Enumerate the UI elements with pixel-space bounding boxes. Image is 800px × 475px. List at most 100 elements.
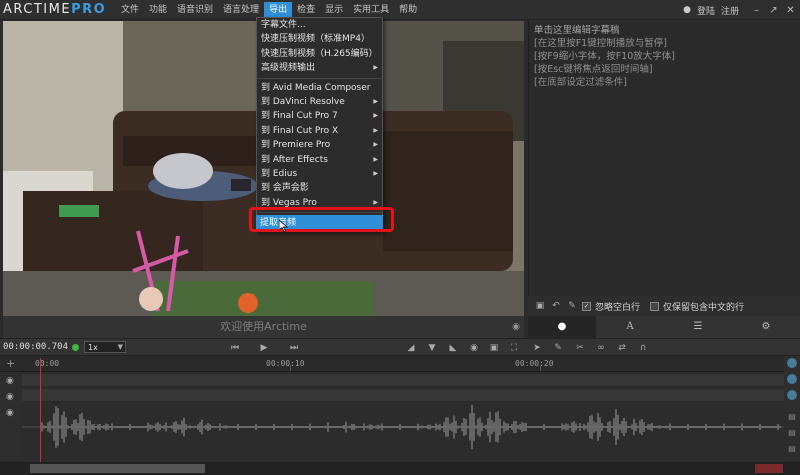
minimize-icon[interactable]: – [751, 5, 762, 16]
maximize-icon[interactable]: ↗ [768, 5, 779, 16]
scroll-thumb[interactable] [30, 464, 205, 473]
menu-item-label: 到 Edius [261, 168, 298, 179]
menu-item-edius[interactable]: 到 Edius ▶ [257, 167, 382, 181]
eye-icon[interactable]: ◉ [6, 376, 14, 386]
user-icon[interactable]: ● [683, 5, 691, 15]
close-icon[interactable]: ✕ [785, 5, 796, 16]
menu-item-subtitle-file[interactable]: 字幕文件... [257, 18, 382, 32]
menu-item-label: 到 DaVinci Resolve [261, 96, 345, 107]
menu-item-after-effects[interactable]: 到 After Effects ▶ [257, 153, 382, 167]
only-chinese-label: 仅保留包含中文的行 [663, 302, 745, 313]
submenu-arrow-icon: ▶ [373, 155, 378, 163]
annotation-highlight [249, 207, 394, 232]
login-link[interactable]: 登陆 [697, 4, 715, 17]
timeline-tracks[interactable] [22, 372, 784, 462]
zoom-out-icon[interactable] [787, 374, 797, 384]
tab-comment[interactable]: ● [528, 316, 596, 338]
gear-icon: ⚙ [761, 321, 771, 332]
font-icon: A [626, 321, 634, 332]
plus-icon[interactable]: + [6, 357, 15, 370]
pencil-icon[interactable]: ✎ [566, 300, 578, 312]
scissors-icon[interactable]: ✂ [573, 339, 587, 357]
title-bar: ARCTIMEPRO 文件 功能 语音识别 语言处理 导出 检查 显示 实用工具… [0, 0, 800, 20]
menu-tools[interactable]: 实用工具 [348, 2, 394, 18]
tab-list[interactable]: ☰ [664, 316, 732, 338]
bar-chart-icon[interactable]: ▤ [787, 412, 797, 422]
menu-item-label: 到 After Effects [261, 154, 328, 165]
menu-item-avid[interactable]: 到 Avid Media Composer [257, 81, 382, 95]
menu-export[interactable]: 导出 [264, 1, 293, 18]
subtitle-editor[interactable]: 单击这里编辑字幕稿 [在这里按F1键控制播放与暂停] [按F9缩小字体，按F10… [528, 21, 800, 296]
menu-language-processing[interactable]: 语言处理 [218, 2, 264, 18]
zoom-in-icon[interactable] [787, 358, 797, 368]
menu-check[interactable]: 检查 [292, 2, 320, 18]
cursor-icon[interactable]: ➤ [530, 339, 544, 357]
export-menu: 字幕文件... 快速压制视频（标准MP4） 快速压制视频（H.265编码） 高级… [256, 17, 383, 233]
bar-chart-icon[interactable]: ▤ [787, 444, 797, 454]
undo-icon[interactable]: ↶ [550, 300, 562, 312]
submenu-arrow-icon: ▶ [373, 141, 378, 149]
playback-controls: 00:00:00.704 1x ▼ ⏮ ▶ ⏭ ◢ ▼ ◣ ◉ ▣ ⛶ ➤ ✎ ✂… [0, 338, 800, 356]
menu-help[interactable]: 帮助 [394, 2, 422, 18]
tab-settings[interactable]: ⚙ [732, 316, 800, 338]
timecode: 00:00:00.704 [3, 342, 69, 352]
menu-item-fast-h265[interactable]: 快速压制视频（H.265编码） [257, 47, 382, 61]
menu-item-fcp7[interactable]: 到 Final Cut Pro 7 ▶ [257, 109, 382, 123]
eye-icon[interactable]: ◉ [512, 316, 520, 338]
subtitle-track[interactable] [22, 374, 784, 387]
ruler-tick [290, 365, 291, 371]
audio-waveform[interactable] [22, 402, 784, 452]
speed-select[interactable]: 1x ▼ [84, 341, 127, 353]
skip-back-icon[interactable]: ⏮ [228, 339, 242, 357]
menu-file[interactable]: 文件 [116, 2, 144, 18]
subtitle-hint-line: [在底部设定过滤条件] [534, 77, 627, 88]
menu-item-premiere[interactable]: 到 Premiere Pro ▶ [257, 138, 382, 152]
menu-item-label: 高级视频输出 [261, 63, 316, 74]
menu-item-fast-mp4[interactable]: 快速压制视频（标准MP4） [257, 32, 382, 46]
timeline-scrollbar[interactable] [0, 462, 800, 475]
menu-speech-recognition[interactable]: 语音识别 [172, 2, 218, 18]
bar-chart-icon[interactable]: ▤ [787, 428, 797, 438]
menu-item-davinci[interactable]: 到 DaVinci Resolve ▶ [257, 95, 382, 109]
menu-divider [257, 77, 382, 79]
skip-forward-icon[interactable]: ⏭ [287, 339, 301, 357]
subtitle-toolbar: ▣ ↶ ✎ ✓ 忽略空白行 仅保留包含中文的行 [528, 296, 800, 316]
swap-icon[interactable]: ⇄ [615, 339, 629, 357]
submenu-arrow-icon: ▶ [373, 169, 378, 177]
only-chinese-checkbox[interactable] [650, 301, 660, 311]
edit-icon[interactable]: ✎ [551, 339, 565, 357]
fullscreen-icon[interactable]: ⛶ [507, 339, 521, 357]
register-link[interactable]: 注册 [721, 4, 739, 17]
image-icon[interactable]: ▣ [487, 339, 501, 357]
track-gutter: ◉ ◉ ◉ [0, 372, 22, 462]
subtitle-hint-line: [按F9缩小字体，按F10放大字体] [534, 51, 675, 62]
subtitle-hint-line[interactable]: 单击这里编辑字幕稿 [534, 24, 795, 37]
mark-in-icon[interactable]: ◢ [404, 339, 418, 357]
link-icon[interactable]: ∞ [594, 339, 608, 357]
titlebar-right: ● 登陆 注册 – ↗ ✕ [683, 0, 796, 20]
timeline-ruler[interactable]: + 00:00 00:00:10 00:00:20 [0, 356, 800, 372]
eye-icon[interactable]: ◉ [6, 392, 14, 402]
zoom-gutter: ▤ ▤ ▤ ▤ [784, 356, 800, 475]
save-icon[interactable]: ▣ [534, 300, 546, 312]
menu-function[interactable]: 功能 [144, 2, 172, 18]
playhead[interactable] [40, 358, 41, 475]
speech-bubble-icon: ● [557, 321, 567, 332]
eye-icon[interactable]: ◉ [6, 408, 14, 418]
mark-out-icon[interactable]: ◣ [446, 339, 460, 357]
menu-item-huisheng[interactable]: 到 会声会影 [257, 181, 382, 195]
subtitle-track[interactable] [22, 389, 784, 402]
play-icon[interactable]: ▶ [257, 339, 271, 357]
zoom-fit-icon[interactable] [787, 390, 797, 400]
status-dot [72, 343, 80, 351]
tab-font[interactable]: A [596, 316, 664, 338]
ignore-empty-checkbox[interactable]: ✓ [582, 301, 591, 311]
camera-icon[interactable]: ◉ [467, 339, 481, 357]
menu-display[interactable]: 显示 [320, 2, 348, 18]
subtitle-hint-line: [按Esc键将焦点返回时间轴] [534, 64, 653, 75]
mark-down-icon[interactable]: ▼ [425, 339, 439, 357]
menu-item-fcpx[interactable]: 到 Final Cut Pro X ▶ [257, 124, 382, 138]
magnet-icon[interactable]: ∩ [636, 339, 650, 357]
subtitle-hint-line: [在这里按F1键控制播放与暂停] [534, 38, 667, 49]
menu-item-advanced-output[interactable]: 高级视频输出 ▶ [257, 61, 382, 75]
